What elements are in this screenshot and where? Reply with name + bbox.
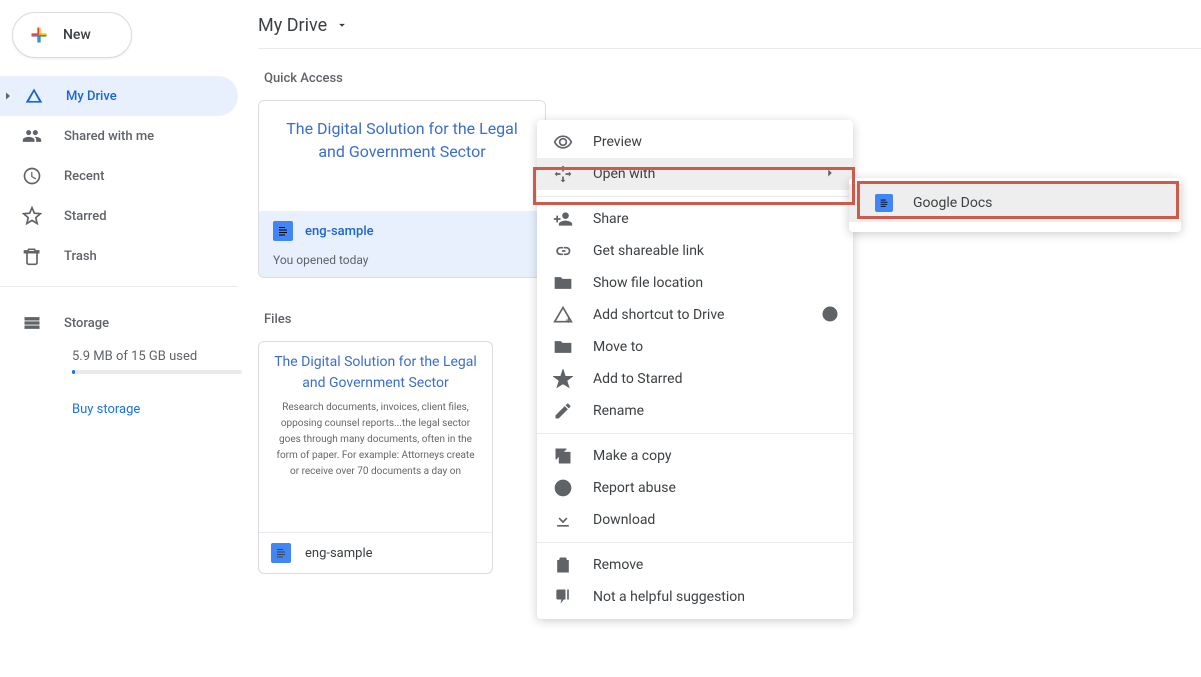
trash-icon: [22, 246, 42, 266]
submenu-google-docs[interactable]: Google Docs: [849, 184, 1181, 222]
sidebar-item-label: Shared with me: [64, 129, 154, 144]
context-menu: Preview Open with Share Get shareable li…: [537, 120, 853, 619]
star-icon: [22, 206, 42, 226]
file-name: eng-sample: [305, 224, 374, 239]
thumb-down-icon: [553, 587, 573, 607]
storage-icon: [22, 313, 42, 333]
quick-access-title: Quick Access: [264, 71, 1201, 86]
docs-icon: [271, 543, 291, 563]
storage-progress: [72, 370, 242, 374]
eye-icon: [553, 132, 573, 152]
sidebar-item-my-drive[interactable]: My Drive: [0, 76, 238, 116]
new-button-label: New: [63, 27, 91, 43]
google-docs-icon: [875, 194, 893, 212]
move-icon: [553, 337, 573, 357]
file-name: eng-sample: [305, 546, 373, 561]
storage-used-text: 5.9 MB of 15 GB used: [72, 349, 238, 364]
ctx-abuse[interactable]: Report abuse: [537, 472, 853, 504]
open-with-icon: [553, 164, 573, 184]
trash-icon: [553, 555, 573, 575]
ctx-open-with[interactable]: Open with: [537, 158, 853, 190]
sidebar-item-storage[interactable]: Storage: [22, 307, 238, 339]
divider: [537, 433, 853, 434]
people-icon: [22, 126, 42, 146]
ctx-preview[interactable]: Preview: [537, 126, 853, 158]
clock-icon: [22, 166, 42, 186]
file-preview: The Digital Solution for the Legal and G…: [259, 101, 545, 211]
star-icon: [553, 369, 573, 389]
ctx-star[interactable]: Add to Starred: [537, 363, 853, 395]
dropdown-icon: [335, 18, 349, 32]
divider: [537, 542, 853, 543]
folder-icon: [553, 273, 573, 293]
warning-icon: [553, 478, 573, 498]
ctx-rename[interactable]: Rename: [537, 395, 853, 427]
svg-text:+: +: [566, 315, 572, 325]
help-icon[interactable]: [821, 305, 839, 327]
download-icon: [553, 510, 573, 530]
divider: [258, 48, 1201, 49]
copy-icon: [553, 446, 573, 466]
file-preview: The Digital Solution for the Legal and G…: [259, 342, 492, 532]
card-footer: eng-sample You opened today: [259, 211, 545, 277]
breadcrumb-title: My Drive: [258, 15, 327, 36]
ctx-link[interactable]: Get shareable link: [537, 235, 853, 267]
divider: [0, 286, 238, 287]
ctx-share[interactable]: Share: [537, 203, 853, 235]
ctx-location[interactable]: Show file location: [537, 267, 853, 299]
pencil-icon: [553, 401, 573, 421]
sidebar-item-recent[interactable]: Recent: [0, 156, 238, 196]
file-card[interactable]: The Digital Solution for the Legal and G…: [258, 341, 493, 574]
sidebar-item-label: Recent: [64, 169, 104, 184]
docs-icon: [273, 221, 293, 241]
chevron-right-icon: [823, 165, 837, 184]
card-footer: eng-sample: [259, 532, 492, 573]
link-icon: [553, 241, 573, 261]
ctx-move[interactable]: Move to: [537, 331, 853, 363]
storage-label: Storage: [64, 316, 109, 331]
sidebar-item-starred[interactable]: Starred: [0, 196, 238, 236]
sidebar-item-trash[interactable]: Trash: [0, 236, 238, 276]
ctx-not-helpful[interactable]: Not a helpful suggestion: [537, 581, 853, 613]
ctx-remove[interactable]: Remove: [537, 549, 853, 581]
drive-shortcut-icon: +: [553, 305, 573, 325]
divider: [537, 196, 853, 197]
ctx-shortcut[interactable]: + Add shortcut to Drive: [537, 299, 853, 331]
drive-icon: [24, 86, 44, 106]
sidebar-item-shared[interactable]: Shared with me: [0, 116, 238, 156]
storage-section: Storage 5.9 MB of 15 GB used Buy storage: [0, 297, 238, 417]
sidebar-item-label: Starred: [64, 209, 107, 224]
sidebar-item-label: My Drive: [66, 89, 117, 104]
ctx-copy[interactable]: Make a copy: [537, 440, 853, 472]
sidebar: New My Drive Shared with me Recent Starr…: [0, 0, 238, 677]
breadcrumb[interactable]: My Drive: [258, 0, 1201, 44]
open-with-submenu: Google Docs: [849, 178, 1181, 232]
file-subtitle: You opened today: [273, 253, 531, 267]
sidebar-item-label: Trash: [64, 249, 97, 264]
new-button[interactable]: New: [12, 12, 132, 58]
chevron-right-icon: [2, 87, 14, 106]
plus-icon: [29, 25, 49, 45]
ctx-download[interactable]: Download: [537, 504, 853, 536]
quick-access-card[interactable]: The Digital Solution for the Legal and G…: [258, 100, 546, 278]
buy-storage-link[interactable]: Buy storage: [72, 402, 238, 417]
person-add-icon: [553, 209, 573, 229]
